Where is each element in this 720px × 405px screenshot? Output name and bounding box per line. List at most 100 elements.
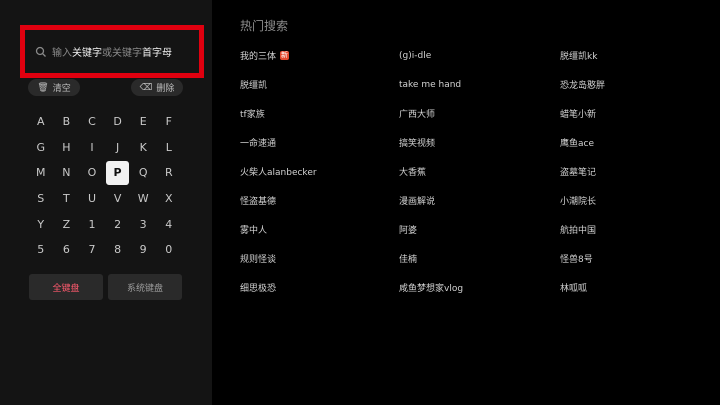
hot-search-item[interactable]: 火柴人alanbecker	[240, 157, 399, 186]
clear-button[interactable]: 🗑 清空	[28, 79, 80, 96]
hot-search-item-label: 怪兽8号	[560, 255, 593, 265]
hot-search-item-label: 我的三体	[240, 52, 277, 62]
key-i[interactable]: I	[79, 135, 105, 161]
hot-search-item-label: 脱缰凯	[240, 81, 268, 91]
search-input[interactable]: 输入 关键字 或关键字 首字母	[20, 25, 204, 78]
key-7[interactable]: 7	[79, 237, 105, 263]
hot-search-list: 我的三体新 (g)i-dle 脱缰凯kk 脱缰凯 take me hand 恐龙岛憨胖 tf…	[240, 41, 710, 302]
hot-search-item[interactable]: 雾中人	[240, 215, 399, 244]
hot-search-item[interactable]: 脱缰凯	[240, 70, 399, 99]
key-8[interactable]: 8	[105, 237, 131, 263]
hot-search-item-label: 火柴人alanbecker	[240, 168, 317, 178]
key-o[interactable]: O	[79, 160, 105, 186]
key-x[interactable]: X	[156, 186, 182, 212]
trash-icon: 🗑	[37, 82, 49, 93]
key-n[interactable]: N	[54, 160, 80, 186]
key-6[interactable]: 6	[54, 237, 80, 263]
key-9[interactable]: 9	[130, 237, 156, 263]
key-1[interactable]: 1	[79, 211, 105, 237]
hot-search-item[interactable]: 小潮院长	[560, 186, 710, 215]
hot-search-item-label: 小潮院长	[560, 197, 597, 207]
hot-search-item[interactable]: 咸鱼梦想家vlog	[399, 273, 560, 302]
key-d[interactable]: D	[105, 109, 131, 135]
hot-search-item[interactable]: 我的三体新	[240, 41, 399, 70]
hot-search-item-label: take me hand	[399, 79, 462, 90]
hot-search-item[interactable]: 鹰鱼ace	[560, 128, 710, 157]
hot-search-item[interactable]: 恐龙岛憨胖	[560, 70, 710, 99]
hot-search-item[interactable]: 规则怪谈	[240, 244, 399, 273]
key-s[interactable]: S	[28, 186, 54, 212]
hot-search-item-label: (g)i-dle	[399, 50, 432, 61]
key-u[interactable]: U	[79, 186, 105, 212]
hot-search-item-label: 航拍中国	[560, 226, 597, 236]
hot-search-item-label: 漫画解说	[399, 197, 436, 207]
key-j[interactable]: J	[105, 135, 131, 161]
hot-search-item-label: 鹰鱼ace	[560, 139, 595, 149]
hot-search-item[interactable]: 大香蕉	[399, 157, 560, 186]
hot-search-item-label: 盗墓笔记	[560, 168, 597, 178]
hot-search-item-label: 细思极恐	[240, 284, 277, 294]
letter-keyboard: ABCDEF GHIJKL MNOPQR STUVWX YZ1234 567890	[28, 109, 182, 263]
hot-search-item[interactable]: 佳楠	[399, 244, 560, 273]
hot-search-item-label: 广西大师	[399, 110, 436, 120]
left-panel: 输入 关键字 或关键字 首字母 🗑 清空 ⌫ 删除 ABCDEF GHIJKL MNOPQ…	[0, 0, 212, 405]
hot-search-item[interactable]: 广西大师	[399, 99, 560, 128]
clear-label: 清空	[52, 84, 71, 94]
hot-search-item-label: 规则怪谈	[240, 255, 277, 265]
key-3[interactable]: 3	[130, 211, 156, 237]
key-5[interactable]: 5	[28, 237, 54, 263]
key-t[interactable]: T	[54, 186, 80, 212]
key-w[interactable]: W	[130, 186, 156, 212]
hot-search-item-label: 佳楠	[399, 255, 418, 265]
hot-search-item[interactable]: 脱缰凯kk	[560, 41, 710, 70]
hot-search-item[interactable]: 一命速通	[240, 128, 399, 157]
key-2[interactable]: 2	[105, 211, 131, 237]
key-q[interactable]: Q	[130, 160, 156, 186]
hot-search-item[interactable]: 搞笑视频	[399, 128, 560, 157]
hot-search-item[interactable]: 怪兽8号	[560, 244, 710, 273]
key-g[interactable]: G	[28, 135, 54, 161]
hot-search-item-label: 恐龙岛憨胖	[560, 81, 606, 91]
hot-search-item[interactable]: 阿婆	[399, 215, 560, 244]
key-4[interactable]: 4	[156, 211, 182, 237]
hot-search-item-label: 咸鱼梦想家vlog	[399, 284, 464, 294]
search-placeholder-middle: 或关键字	[102, 48, 142, 59]
hot-search-item[interactable]: 漫画解说	[399, 186, 560, 215]
key-c[interactable]: C	[79, 109, 105, 135]
hot-search-item[interactable]: (g)i-dle	[399, 41, 560, 70]
key-f[interactable]: F	[156, 109, 182, 135]
search-placeholder-initials: 首字母	[142, 48, 172, 59]
search-placeholder-prefix: 输入	[52, 48, 72, 59]
hot-search-item-label: 蜡笔小新	[560, 110, 597, 120]
key-b[interactable]: B	[54, 109, 80, 135]
key-p[interactable]: P	[105, 161, 130, 185]
hot-search-item[interactable]: 怪盗基德	[240, 186, 399, 215]
key-m[interactable]: M	[28, 160, 54, 186]
key-z[interactable]: Z	[54, 211, 80, 237]
hot-search-item[interactable]: 盗墓笔记	[560, 157, 710, 186]
hot-search-item[interactable]: tf家族	[240, 99, 399, 128]
hot-search-item[interactable]: 林呱呱	[560, 273, 710, 302]
tab-full-keyboard[interactable]: 全键盘	[29, 274, 103, 300]
key-e[interactable]: E	[130, 109, 156, 135]
hot-search-item[interactable]: take me hand	[399, 70, 560, 99]
hot-search-item-label: 一命速通	[240, 139, 277, 149]
tab-system-keyboard[interactable]: 系统键盘	[108, 274, 182, 300]
hot-search-item-label: 大香蕉	[399, 168, 427, 178]
key-k[interactable]: K	[130, 135, 156, 161]
hot-search-item[interactable]: 蜡笔小新	[560, 99, 710, 128]
key-h[interactable]: H	[54, 135, 80, 161]
delete-button[interactable]: ⌫ 删除	[131, 79, 183, 96]
key-r[interactable]: R	[156, 160, 182, 186]
key-a[interactable]: A	[28, 109, 54, 135]
key-v[interactable]: V	[105, 186, 131, 212]
hot-search-item-label: 阿婆	[399, 226, 418, 236]
hot-search-item[interactable]: 航拍中国	[560, 215, 710, 244]
hot-search-item[interactable]: 细思极恐	[240, 273, 399, 302]
new-badge-icon: 新	[280, 51, 290, 60]
key-0[interactable]: 0	[156, 237, 182, 263]
delete-label: 删除	[156, 84, 175, 94]
key-l[interactable]: L	[156, 135, 182, 161]
key-y[interactable]: Y	[28, 211, 54, 237]
hot-search-item-label: 雾中人	[240, 226, 268, 236]
